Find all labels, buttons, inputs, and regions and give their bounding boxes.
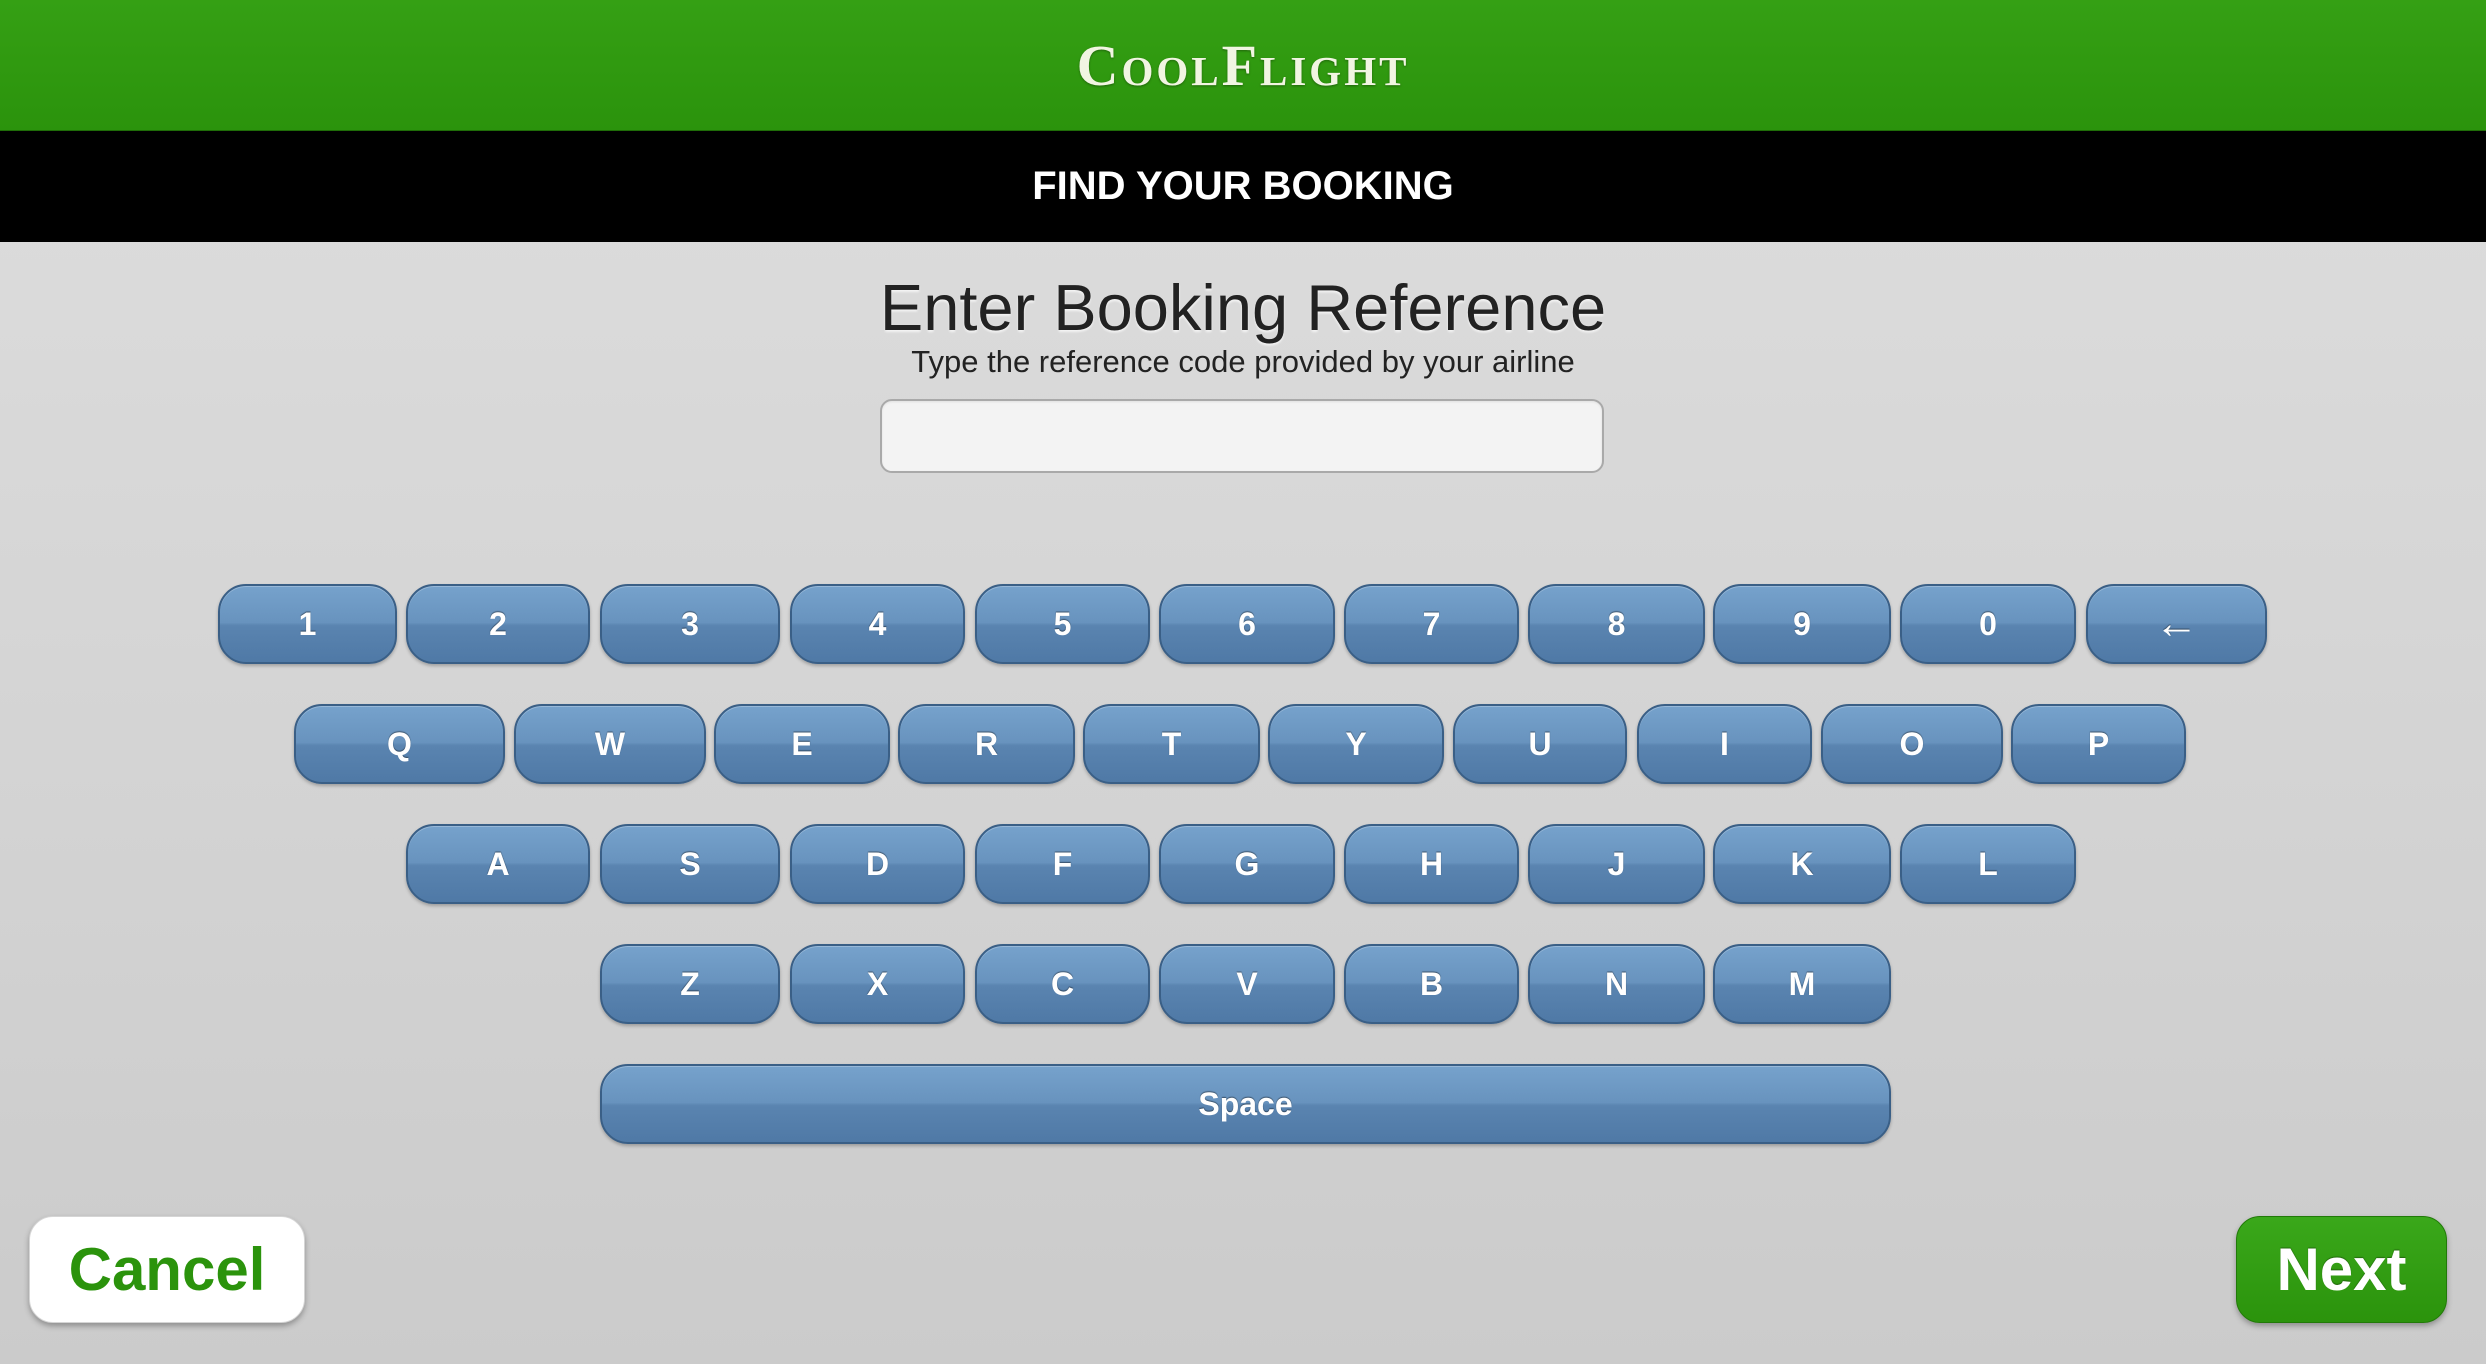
key-p[interactable]: P [2011, 704, 2186, 784]
form-heading: Enter Booking Reference [879, 271, 1607, 344]
key-k[interactable]: K [1713, 824, 1891, 904]
key-6[interactable]: 6 [1159, 584, 1335, 664]
key-d[interactable]: D [790, 824, 965, 904]
booking-reference-input[interactable] [880, 399, 1604, 473]
key-i[interactable]: I [1637, 704, 1812, 784]
key-e[interactable]: E [714, 704, 890, 784]
form-subheading: Type the reference code provided by your… [911, 344, 1575, 379]
key-g[interactable]: G [1159, 824, 1335, 904]
key-r[interactable]: R [898, 704, 1075, 784]
page-title: FIND YOUR BOOKING [1032, 164, 1454, 208]
key-f[interactable]: F [975, 824, 1150, 904]
key-4[interactable]: 4 [790, 584, 965, 664]
key-0[interactable]: 0 [1900, 584, 2076, 664]
key-w[interactable]: W [514, 704, 706, 784]
key-t[interactable]: T [1083, 704, 1260, 784]
key-3[interactable]: 3 [600, 584, 780, 664]
key-space[interactable]: Space [600, 1064, 1891, 1144]
key-m[interactable]: M [1713, 944, 1891, 1024]
next-button[interactable]: Next [2236, 1216, 2447, 1323]
brand-header: CoolFlight [0, 0, 2486, 131]
key-q[interactable]: Q [294, 704, 505, 784]
key-y[interactable]: Y [1268, 704, 1444, 784]
key-u[interactable]: U [1453, 704, 1627, 784]
key-b[interactable]: B [1344, 944, 1519, 1024]
page-title-bar: FIND YOUR BOOKING [0, 131, 2486, 242]
key-j[interactable]: J [1528, 824, 1705, 904]
key-h[interactable]: H [1344, 824, 1519, 904]
key-2[interactable]: 2 [406, 584, 590, 664]
key-8[interactable]: 8 [1528, 584, 1705, 664]
key-l[interactable]: L [1900, 824, 2076, 904]
key-z[interactable]: Z [600, 944, 780, 1024]
key-1[interactable]: 1 [218, 584, 397, 664]
key-c[interactable]: C [975, 944, 1150, 1024]
cancel-button[interactable]: Cancel [29, 1216, 305, 1323]
key-7[interactable]: 7 [1344, 584, 1519, 664]
key-x[interactable]: X [790, 944, 965, 1024]
brand-logo: CoolFlight [1076, 32, 1410, 98]
key-backspace[interactable]: ← [2086, 584, 2267, 664]
key-s[interactable]: S [600, 824, 780, 904]
key-9[interactable]: 9 [1713, 584, 1891, 664]
key-5[interactable]: 5 [975, 584, 1150, 664]
key-v[interactable]: V [1159, 944, 1335, 1024]
key-o[interactable]: O [1821, 704, 2003, 784]
key-a[interactable]: A [406, 824, 590, 904]
key-n[interactable]: N [1528, 944, 1705, 1024]
